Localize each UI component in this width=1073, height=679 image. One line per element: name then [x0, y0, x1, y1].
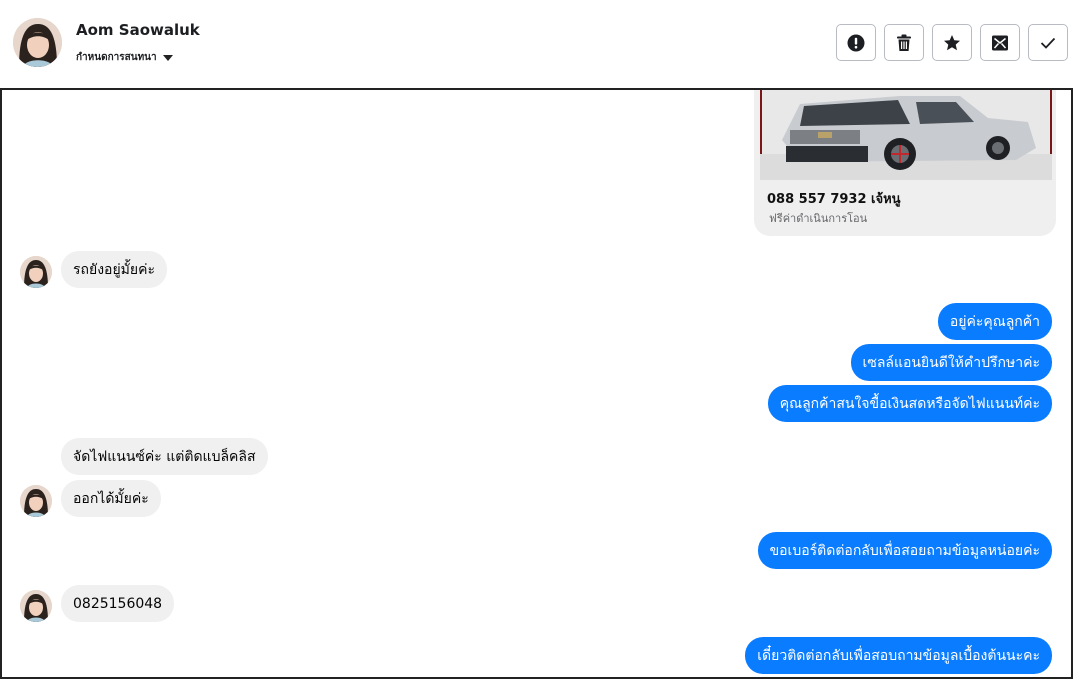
message-outgoing[interactable]: ขอเบอร์ติดต่อกลับเพื่อสอยถามข้อมูลหน่อยค…	[757, 532, 1052, 569]
message-thread[interactable]: 088 557 7932 เจ้หนู ฟรีค่าดำเนินการโอน ร…	[0, 90, 1073, 679]
star-button[interactable]	[932, 24, 972, 61]
message-outgoing[interactable]: เซลล์แอนยินดีให้คำปรึกษาค่ะ	[850, 344, 1052, 381]
message-outgoing[interactable]: เดี๋ยวติดต่อกลับเพื่อสอบถามข้อมูลเบื้องต…	[745, 637, 1052, 674]
message-outgoing[interactable]: คุณลูกค้าสนใจขื้อเงินสดหรือจัดไฟแนนท์ค่ะ	[767, 385, 1052, 422]
message-outgoing[interactable]: อยู่ค่ะคุณลูกค้า	[937, 303, 1052, 340]
star-icon	[944, 34, 960, 50]
card-title: 088 557 7932 เจ้หนู	[767, 192, 901, 207]
conversation-settings-dropdown[interactable]: กำหนดการสนทนา	[76, 50, 173, 65]
caret-down-icon	[162, 54, 173, 61]
mark-unread-icon	[992, 35, 1008, 50]
mark-done-button[interactable]	[1028, 24, 1068, 61]
spam-icon	[847, 34, 865, 51]
mark-spam-button[interactable]	[836, 24, 876, 61]
contact-avatar-small	[20, 590, 52, 622]
conversation-settings-label: กำหนดการสนทนา	[76, 52, 157, 63]
contact-name[interactable]: Aom Saowaluk	[76, 21, 200, 39]
shared-post-card[interactable]: 088 557 7932 เจ้หนู ฟรีค่าดำเนินการโอน	[754, 90, 1056, 236]
conversation-header: Aom Saowaluk กำหนดการสนทนา	[0, 0, 1073, 90]
message-incoming[interactable]: จัดไฟแนนซ์ค่ะ แต่ติดแบล็คลิส	[61, 438, 268, 475]
trash-icon	[897, 34, 911, 51]
check-icon	[1040, 37, 1056, 49]
car-photo	[760, 90, 1052, 180]
message-incoming[interactable]: ออกได้มั้ยค่ะ	[61, 480, 161, 517]
card-subtitle: ฟรีค่าดำเนินการโอน	[769, 212, 868, 225]
contact-avatar[interactable]	[13, 18, 62, 67]
message-incoming[interactable]: รถยังอยู่มั้ยค่ะ	[61, 251, 167, 288]
message-incoming[interactable]: 0825156048	[61, 585, 175, 622]
mark-unread-button[interactable]	[980, 24, 1020, 61]
contact-avatar-small	[20, 485, 52, 517]
delete-button[interactable]	[884, 24, 924, 61]
contact-avatar-small	[20, 256, 52, 288]
